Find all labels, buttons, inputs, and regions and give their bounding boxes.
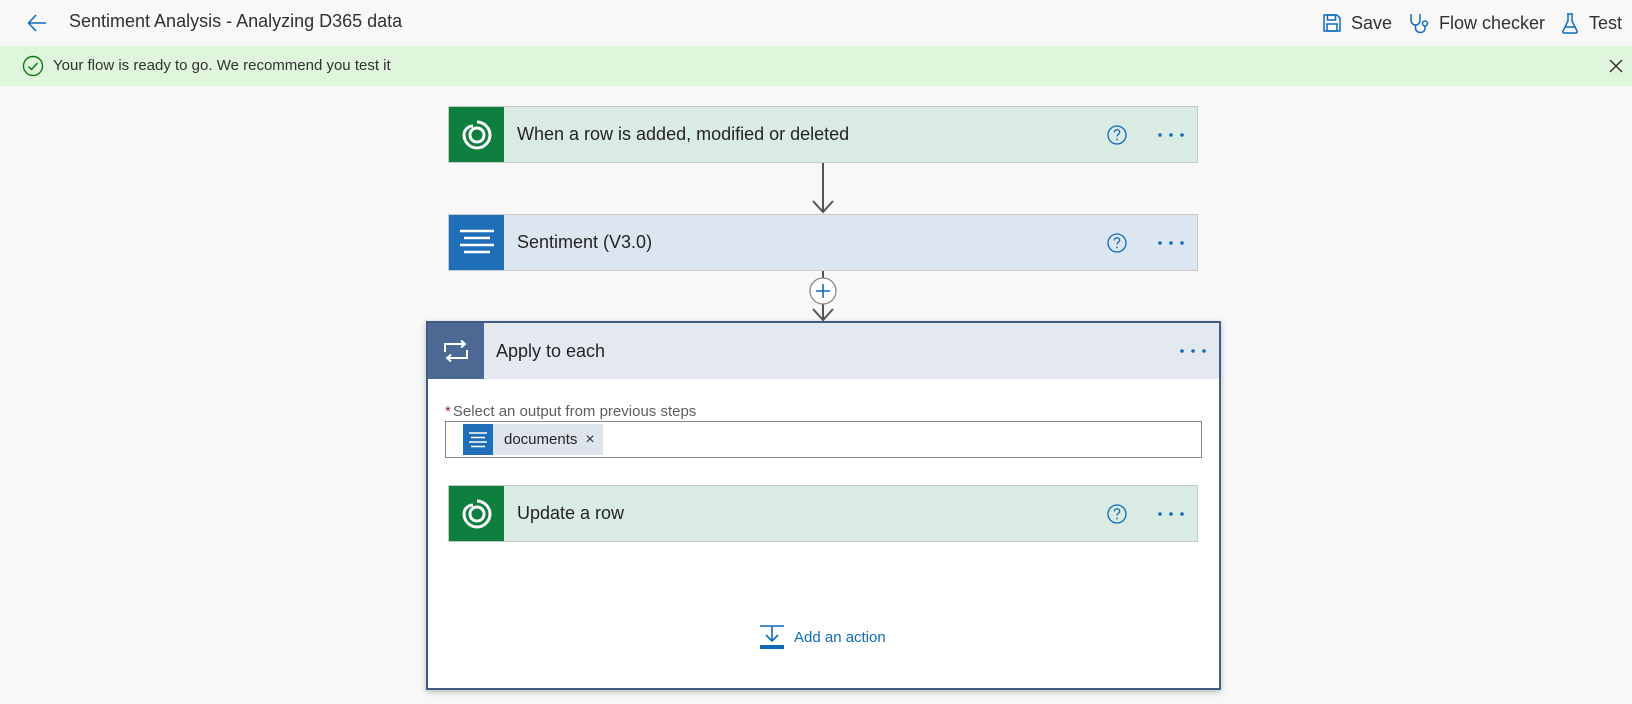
token-icon-tile	[463, 424, 493, 455]
required-marker: *	[445, 403, 451, 420]
beaker-icon	[1562, 13, 1578, 34]
apply-to-each-header[interactable]: Apply to each	[428, 323, 1219, 379]
connector-arrow	[812, 163, 834, 214]
more-options-icon[interactable]	[1156, 510, 1186, 518]
help-icon[interactable]	[1106, 503, 1128, 525]
dataverse-icon	[462, 499, 492, 529]
output-field-label: * Select an output from previous steps	[445, 403, 696, 420]
loop-icon	[444, 339, 468, 363]
add-action-icon	[760, 625, 784, 649]
output-select-field[interactable]: documents ×	[445, 421, 1202, 458]
update-row-icon-tile	[449, 486, 504, 541]
update-row-step-title: Update a row	[517, 503, 625, 523]
help-icon[interactable]	[1106, 124, 1128, 146]
remove-token-button[interactable]: ×	[585, 431, 594, 449]
command-bar: Sentiment Analysis - Analyzing D365 data…	[0, 0, 1632, 45]
back-arrow-icon	[27, 14, 46, 32]
trigger-step-card[interactable]: When a row is added, modified or deleted	[448, 106, 1198, 163]
dataverse-icon	[462, 120, 492, 150]
more-options-icon[interactable]	[1178, 347, 1208, 355]
sentiment-icon-tile	[449, 215, 504, 270]
stethoscope-icon	[1410, 14, 1429, 34]
insert-step-button[interactable]	[808, 276, 838, 306]
trigger-icon-tile	[449, 107, 504, 162]
checkmark-circle-icon	[22, 55, 44, 77]
save-button[interactable]: Save	[1322, 10, 1392, 36]
output-field-label-text: Select an output from previous steps	[452, 403, 697, 420]
flow-checker-label: Flow checker	[1439, 12, 1546, 33]
close-icon[interactable]	[1608, 58, 1624, 74]
apply-to-each-container: Apply to each * Select an output from pre…	[426, 321, 1221, 690]
text-analytics-icon	[459, 229, 494, 253]
success-banner: Your flow is ready to go. We recommend y…	[0, 46, 1632, 86]
trigger-step-title: When a row is added, modified or deleted	[517, 124, 850, 144]
update-row-step-card[interactable]: Update a row	[448, 485, 1198, 542]
sentiment-step-title: Sentiment (V3.0)	[517, 232, 653, 252]
help-icon[interactable]	[1106, 232, 1128, 254]
back-button[interactable]	[24, 9, 52, 37]
add-action-button[interactable]: Add an action	[759, 623, 886, 651]
flow-checker-button[interactable]: Flow checker	[1408, 10, 1545, 36]
save-icon	[1323, 14, 1341, 32]
test-label: Test	[1589, 12, 1623, 33]
banner-message: Your flow is ready to go. We recommend y…	[53, 57, 391, 74]
more-options-icon[interactable]	[1156, 239, 1186, 247]
text-analytics-icon	[469, 431, 487, 447]
sentiment-step-card[interactable]: Sentiment (V3.0)	[448, 214, 1198, 271]
add-action-label: Add an action	[794, 628, 886, 646]
apply-to-each-icon-tile	[428, 323, 484, 379]
save-label: Save	[1351, 12, 1393, 33]
apply-to-each-title: Apply to each	[496, 340, 606, 361]
test-button[interactable]: Test	[1560, 10, 1622, 36]
token-label: documents	[504, 431, 578, 448]
documents-token[interactable]: documents ×	[463, 424, 603, 455]
flow-title: Sentiment Analysis - Analyzing D365 data	[69, 11, 403, 31]
more-options-icon[interactable]	[1156, 131, 1186, 139]
